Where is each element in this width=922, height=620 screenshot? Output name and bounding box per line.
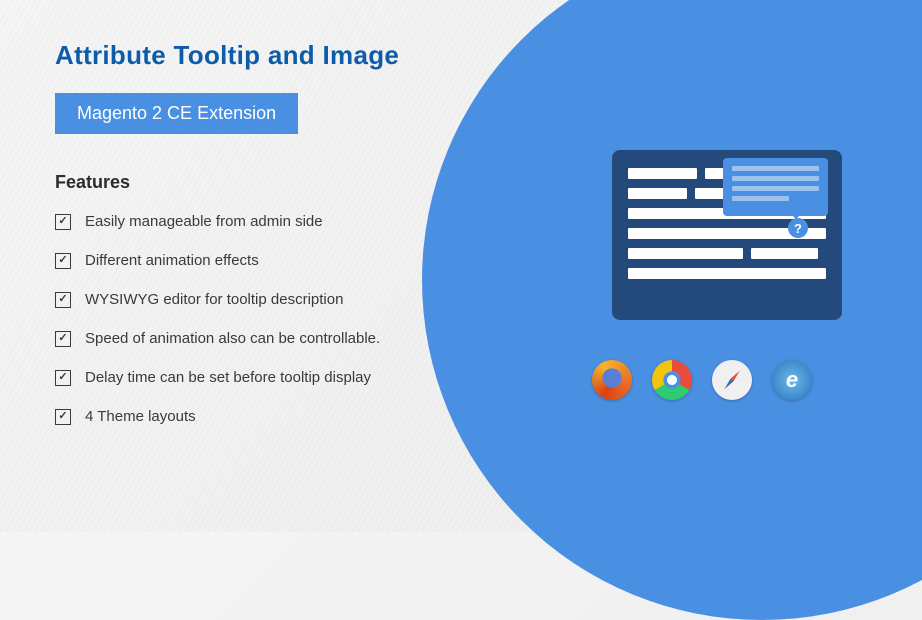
feature-item: Easily manageable from admin side bbox=[55, 213, 520, 230]
ie-icon bbox=[772, 360, 812, 400]
check-icon bbox=[55, 370, 71, 386]
form-tooltip-illustration: ? bbox=[612, 150, 842, 320]
feature-text: Different animation effects bbox=[85, 252, 259, 269]
check-icon bbox=[55, 292, 71, 308]
help-icon: ? bbox=[788, 218, 808, 238]
feature-item: WYSIWYG editor for tooltip description bbox=[55, 291, 520, 308]
feature-item: Delay time can be set before tooltip dis… bbox=[55, 369, 520, 386]
features-list: Easily manageable from admin side Differ… bbox=[55, 213, 520, 425]
feature-text: 4 Theme layouts bbox=[85, 408, 196, 425]
features-heading: Features bbox=[55, 172, 520, 193]
extension-badge: Magento 2 CE Extension bbox=[55, 93, 298, 134]
feature-item: 4 Theme layouts bbox=[55, 408, 520, 425]
tooltip-bubble-icon: ? bbox=[723, 158, 828, 216]
feature-text: Speed of animation also can be controlla… bbox=[85, 330, 380, 347]
feature-text: Easily manageable from admin side bbox=[85, 213, 323, 230]
check-icon bbox=[55, 253, 71, 269]
safari-icon bbox=[712, 360, 752, 400]
check-icon bbox=[55, 331, 71, 347]
feature-item: Speed of animation also can be controlla… bbox=[55, 330, 520, 347]
check-icon bbox=[55, 214, 71, 230]
chrome-icon bbox=[652, 360, 692, 400]
page-title: Attribute Tooltip and Image bbox=[55, 40, 520, 71]
feature-text: Delay time can be set before tooltip dis… bbox=[85, 369, 371, 386]
feature-text: WYSIWYG editor for tooltip description bbox=[85, 291, 343, 308]
main-content: Attribute Tooltip and Image Magento 2 CE… bbox=[0, 0, 520, 425]
check-icon bbox=[55, 409, 71, 425]
feature-item: Different animation effects bbox=[55, 252, 520, 269]
firefox-icon bbox=[592, 360, 632, 400]
browser-icons bbox=[592, 360, 812, 400]
